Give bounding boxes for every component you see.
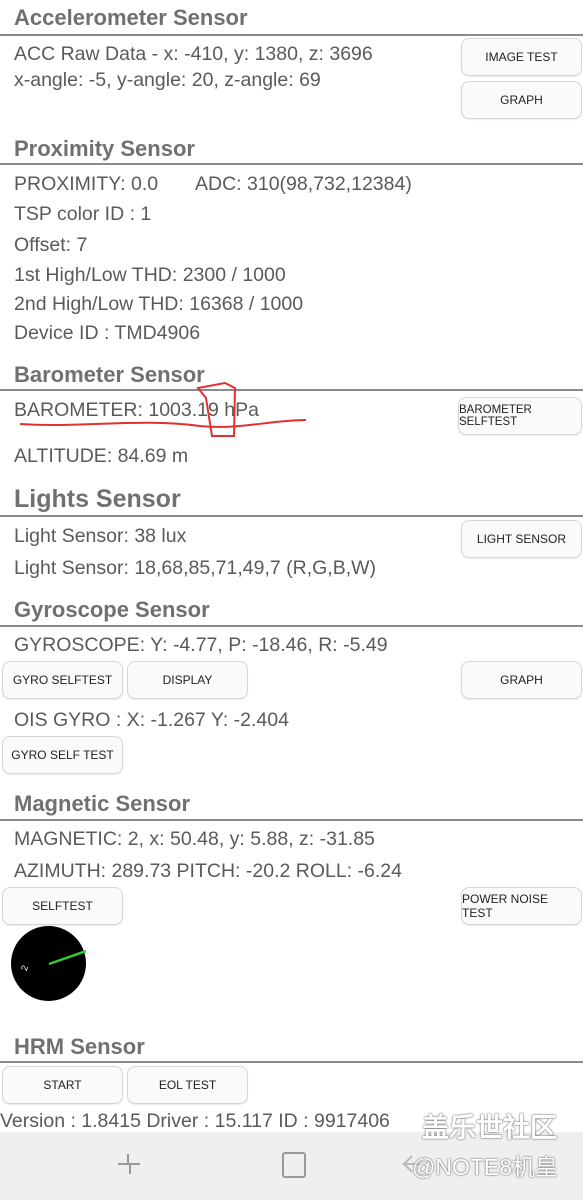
proximity-value: PROXIMITY: 0.0 — [14, 173, 159, 195]
proximity-device-id: Device ID : TMD4906 — [14, 322, 201, 344]
watermark-line1: 盖乐世社区 — [422, 1113, 557, 1143]
divider — [0, 34, 583, 36]
home-icon[interactable] — [282, 1152, 306, 1178]
proximity-thd1: 1st High/Low THD: 2300 / 1000 — [14, 264, 286, 286]
compass-needle — [48, 949, 86, 966]
proximity-adc: ADC: 310(98,732,12384) — [195, 173, 412, 195]
magnetic-title: Magnetic Sensor — [14, 791, 191, 816]
divider — [0, 1061, 583, 1063]
barometer-selftest-button[interactable]: BAROMETER SELFTEST — [458, 397, 582, 435]
light-sensor-button[interactable]: LIGHT SENSOR — [461, 520, 582, 558]
gyroscope-value: GYROSCOPE: Y: -4.77, P: -18.46, R: -5.49 — [14, 634, 388, 656]
light-lux: Light Sensor: 38 lux — [14, 525, 187, 547]
acc-angle: x-angle: -5, y-angle: 20, z-angle: 69 — [14, 69, 321, 91]
recent-apps-icon[interactable] — [116, 1150, 142, 1178]
power-noise-test-button[interactable]: POWER NOISE TEST — [461, 887, 582, 925]
magnetic-orientation: AZIMUTH: 289.73 PITCH: -20.2 ROLL: -6.24 — [14, 860, 402, 882]
gyro-selftest-button[interactable]: GYRO SELFTEST — [2, 661, 123, 699]
hrm-eol-test-button[interactable]: EOL TEST — [127, 1066, 248, 1104]
magnetic-selftest-button[interactable]: SELFTEST — [2, 887, 123, 925]
gyro-self-test-button[interactable]: GYRO SELF TEST — [2, 736, 123, 774]
divider — [0, 163, 583, 165]
ois-gyro-value: OIS GYRO : X: -1.267 Y: -2.404 — [14, 709, 289, 731]
watermark-line2: @NOTE8机皇 — [412, 1154, 559, 1180]
hrm-start-button[interactable]: START — [2, 1066, 123, 1104]
magnetic-value: MAGNETIC: 2, x: 50.48, y: 5.88, z: -31.8… — [14, 828, 375, 850]
gyro-graph-button[interactable]: GRAPH — [461, 661, 582, 699]
light-rgbw: Light Sensor: 18,68,85,71,49,7 (R,G,B,W) — [14, 557, 377, 579]
proximity-thd2: 2nd High/Low THD: 16368 / 1000 — [14, 293, 304, 315]
tsp-color-id: TSP color ID : 1 — [14, 203, 152, 225]
acc-graph-button[interactable]: GRAPH — [461, 81, 582, 119]
hrm-info: Version : 1.8415 Driver : 15.117 ID : 99… — [0, 1110, 390, 1132]
divider — [0, 819, 583, 821]
accelerometer-title: Accelerometer Sensor — [14, 5, 248, 30]
hrm-title: HRM Sensor — [14, 1034, 145, 1059]
divider — [0, 625, 583, 627]
acc-raw-data: ACC Raw Data - x: -410, y: 1380, z: 3696 — [14, 43, 373, 65]
divider — [0, 515, 583, 517]
proximity-title: Proximity Sensor — [14, 136, 195, 161]
gyroscope-title: Gyroscope Sensor — [14, 597, 210, 622]
lights-title: Lights Sensor — [14, 485, 181, 513]
altitude-value: ALTITUDE: 84.69 m — [14, 445, 189, 467]
compass-dial: 2 — [11, 926, 86, 1001]
proximity-offset: Offset: 7 — [14, 234, 88, 256]
gyro-display-button[interactable]: DISPLAY — [127, 661, 248, 699]
red-annotation-mark — [19, 381, 307, 437]
image-test-button[interactable]: IMAGE TEST — [461, 38, 582, 76]
